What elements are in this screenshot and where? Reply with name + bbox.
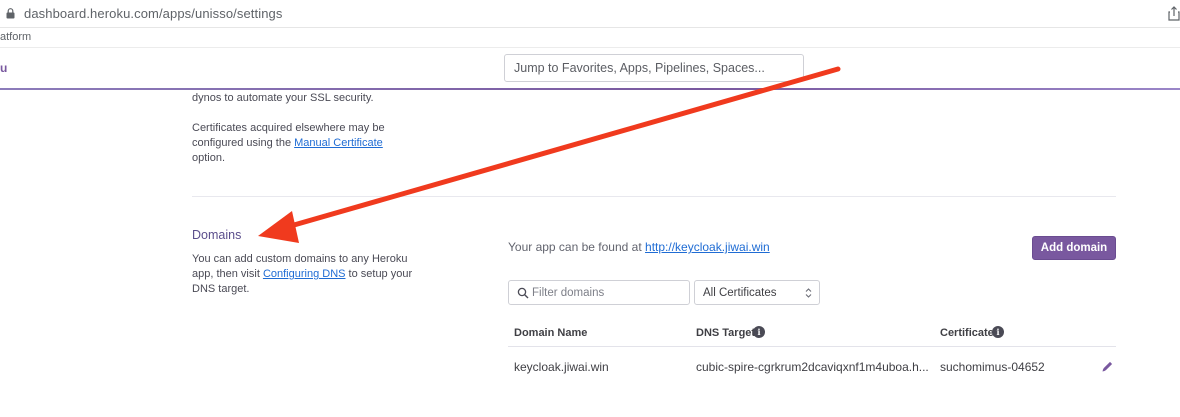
configuring-dns-link[interactable]: Configuring DNS bbox=[263, 268, 346, 280]
bookmarks-bar: atform bbox=[0, 28, 1180, 48]
certificate-filter-value: All Certificates bbox=[703, 287, 777, 299]
jump-to-placeholder: Jump to Favorites, Apps, Pipelines, Spac… bbox=[514, 61, 765, 75]
filter-domains-input[interactable]: Filter domains bbox=[508, 280, 690, 305]
lock-icon bbox=[6, 8, 15, 19]
certificate-filter-select[interactable]: All Certificates bbox=[694, 280, 820, 305]
brand-logo-fragment[interactable]: u bbox=[0, 61, 7, 75]
share-icon[interactable] bbox=[1168, 6, 1180, 21]
heroku-header: u Jump to Favorites, Apps, Pipelines, Sp… bbox=[0, 48, 1180, 89]
info-icon[interactable]: i bbox=[753, 326, 765, 338]
column-header-dns-target: DNS Target bbox=[696, 327, 756, 339]
column-header-certificate: Certificate bbox=[940, 327, 994, 339]
pencil-icon[interactable] bbox=[1101, 360, 1114, 373]
manual-certificate-link[interactable]: Manual Certificate bbox=[294, 137, 383, 149]
select-arrows-icon bbox=[805, 288, 812, 298]
add-domain-button[interactable]: Add domain bbox=[1032, 236, 1116, 260]
ssl-description: dynos to automate your SSL security. bbox=[192, 92, 374, 104]
bookmark-item[interactable]: atform bbox=[0, 31, 31, 43]
dns-target-cell: cubic-spire-cgrkrum2dcaviqxnf1m4uboa.h..… bbox=[696, 360, 929, 374]
domains-description: You can add custom domains to any Heroku… bbox=[192, 253, 413, 295]
domains-section-title: Domains bbox=[192, 228, 242, 242]
table-header-divider bbox=[508, 346, 1116, 347]
jump-to-search-input[interactable]: Jump to Favorites, Apps, Pipelines, Spac… bbox=[504, 54, 804, 82]
app-url-link[interactable]: http://keycloak.jiwai.win bbox=[645, 240, 770, 254]
app-url-note: Your app can be found at http://keycloak… bbox=[508, 240, 770, 254]
url-text[interactable]: dashboard.heroku.com/apps/unisso/setting… bbox=[24, 6, 282, 21]
ssl-manual-cert-note: Certificates acquired elsewhere may be c… bbox=[192, 122, 385, 164]
certificate-cell: suchomimus-04652 bbox=[940, 360, 1045, 374]
column-header-domain-name: Domain Name bbox=[514, 327, 588, 339]
section-divider bbox=[192, 196, 1116, 197]
domain-name-cell: keycloak.jiwai.win bbox=[514, 360, 609, 374]
header-underline bbox=[0, 88, 1180, 90]
info-icon[interactable]: i bbox=[992, 326, 1004, 338]
browser-address-bar[interactable]: dashboard.heroku.com/apps/unisso/setting… bbox=[0, 0, 1180, 28]
filter-domains-placeholder: Filter domains bbox=[532, 287, 605, 299]
search-icon bbox=[517, 287, 529, 299]
